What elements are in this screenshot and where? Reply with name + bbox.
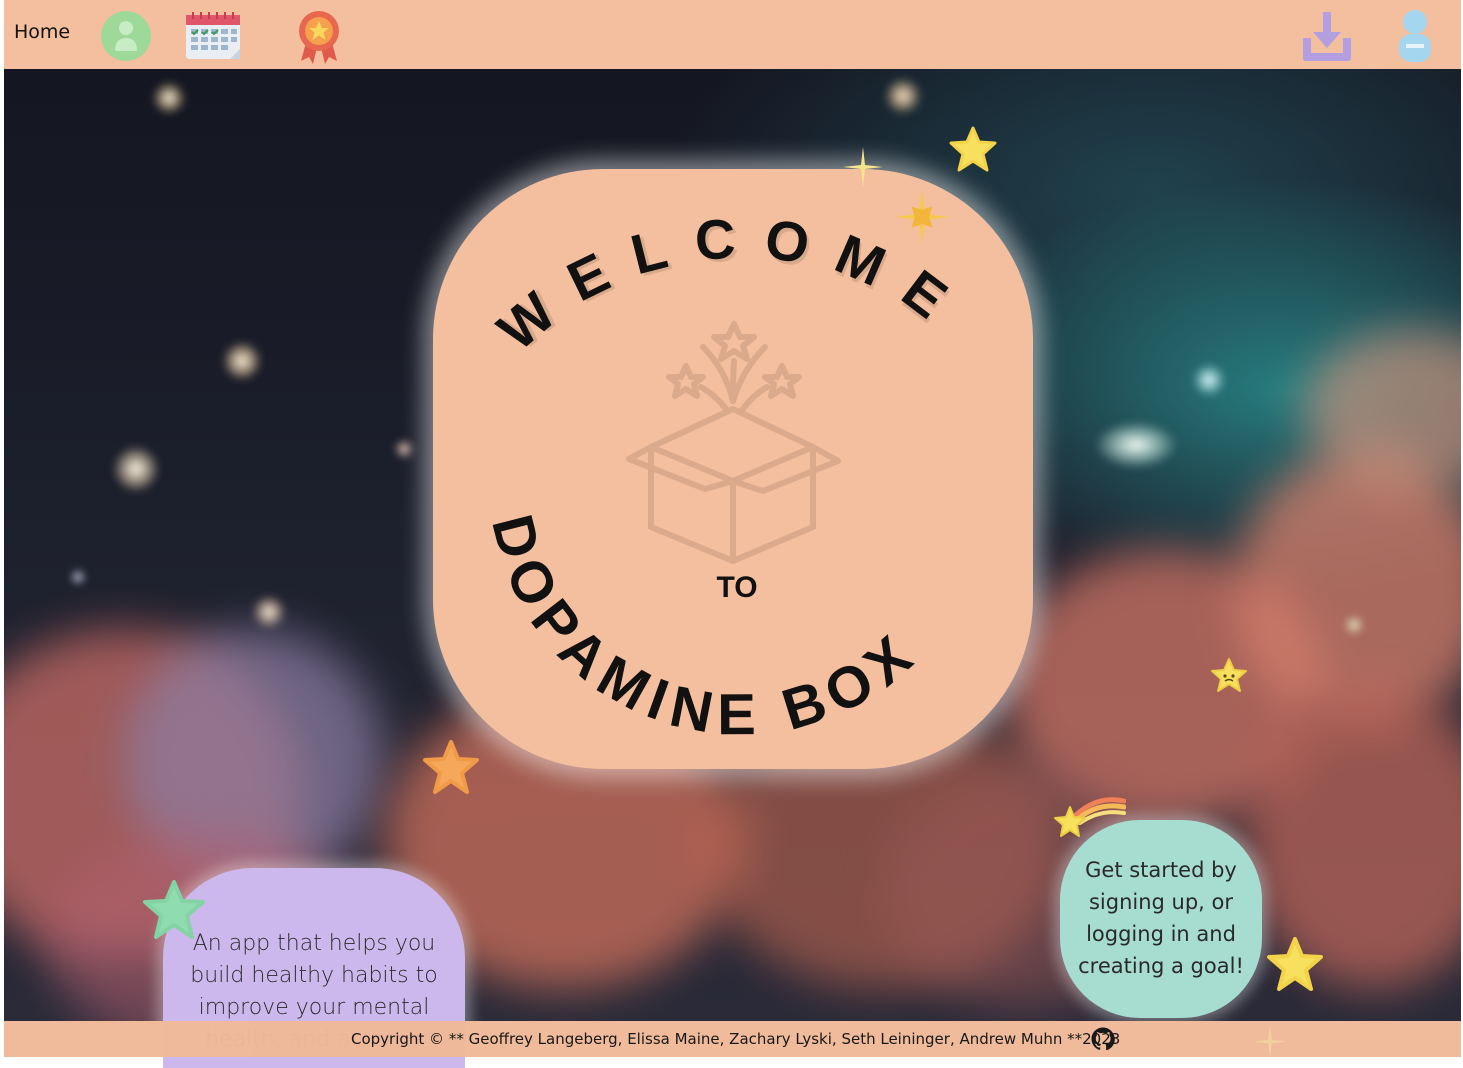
user-remove-icon[interactable]	[1396, 8, 1434, 68]
orange-star-icon	[421, 739, 481, 801]
download-icon[interactable]	[1299, 8, 1355, 68]
dopamine-box-title-text: DOPAMINE BOX	[479, 508, 931, 747]
copyright-text: Copyright © ** Geoffrey Langeberg, Eliss…	[351, 1030, 1121, 1048]
welcome-graphic: WELCOME TO DOPAMINE BOX	[479, 206, 953, 747]
to-text: TO	[716, 571, 757, 604]
yellow-star-icon	[1266, 936, 1324, 996]
award-ribbon-icon[interactable]	[296, 9, 342, 69]
top-nav: Home	[4, 0, 1461, 69]
user-profile-icon[interactable]	[101, 11, 151, 65]
sparkle-icon	[1254, 1026, 1286, 1061]
welcome-card: WELCOME TO DOPAMINE BOX	[433, 169, 1033, 769]
shooting-star-icon	[1054, 793, 1127, 843]
github-icon[interactable]	[1091, 1027, 1115, 1055]
yellow-star-icon	[949, 126, 997, 176]
sparkle-icon	[895, 190, 949, 248]
home-link[interactable]: Home	[14, 21, 70, 43]
get-started-card: Get started by signing up, or logging in…	[1060, 820, 1262, 1018]
footer: Copyright © ** Geoffrey Langeberg, Eliss…	[4, 1021, 1461, 1057]
calendar-icon[interactable]	[184, 11, 242, 65]
gift-box-stars-icon	[626, 321, 841, 564]
sparkle-icon	[843, 147, 883, 191]
green-star-icon	[142, 879, 206, 945]
get-started-text: Get started by signing up, or logging in…	[1078, 858, 1244, 978]
smiley-star-icon	[1210, 657, 1248, 697]
